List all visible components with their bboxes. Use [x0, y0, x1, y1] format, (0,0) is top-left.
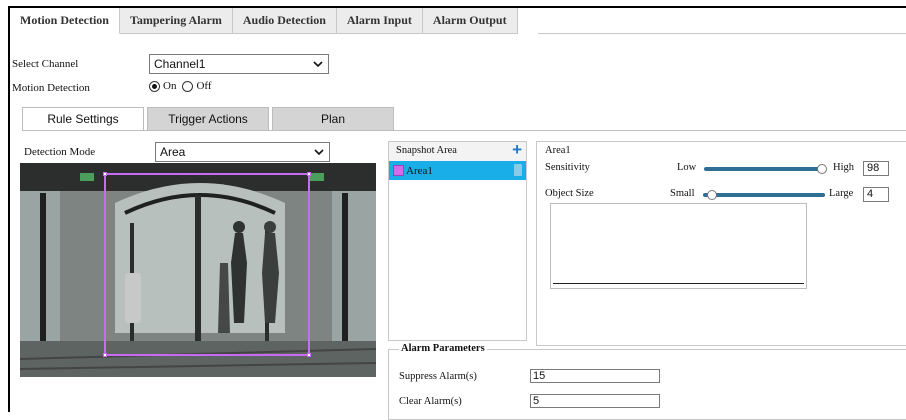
sensitivity-slider-row: Low High 98	[537, 161, 906, 178]
detection-area-outline[interactable]	[103, 172, 311, 357]
plus-icon[interactable]: +	[512, 141, 522, 159]
chevron-down-icon	[313, 61, 323, 68]
tab-plan[interactable]: Plan	[272, 107, 394, 131]
sensitivity-slider-knob[interactable]	[817, 164, 827, 174]
alarm-parameters-fieldset: Alarm Parameters Suppress Alarm(s) 15 Cl…	[388, 343, 906, 420]
detection-mode-value: Area	[160, 145, 186, 159]
motion-off-label: Off	[196, 80, 212, 92]
tab-bar-divider	[538, 33, 906, 34]
object-size-value-input[interactable]: 4	[863, 187, 889, 202]
snapshot-area-panel: Snapshot Area + Area1	[388, 141, 527, 341]
area-corner-handle[interactable]	[307, 172, 311, 176]
top-tab-bar: Motion Detection Tampering Alarm Audio D…	[10, 8, 518, 34]
sensitivity-low-label: Low	[677, 162, 697, 173]
snapshot-area-header: Snapshot Area +	[389, 141, 526, 161]
suppress-alarm-label: Suppress Alarm(s)	[399, 371, 477, 382]
trash-icon[interactable]	[514, 164, 522, 176]
alarm-parameters-legend: Alarm Parameters	[399, 343, 487, 354]
tab-alarm-output[interactable]: Alarm Output	[422, 8, 518, 34]
area-color-swatch	[393, 165, 404, 176]
sensitivity-value-input[interactable]: 98	[863, 161, 889, 176]
snapshot-area-item-label: Area1	[406, 164, 433, 177]
tab-motion-detection[interactable]: Motion Detection	[10, 8, 120, 34]
motion-on-label: On	[163, 80, 177, 92]
area-corner-handle[interactable]	[103, 353, 107, 357]
detection-mode-select[interactable]: Area	[155, 142, 330, 162]
camera-preview[interactable]	[20, 163, 376, 377]
detection-mode-label: Detection Mode	[24, 146, 96, 158]
sensitivity-high-label: High	[833, 162, 854, 173]
motion-on-radio[interactable]	[149, 80, 160, 92]
sub-tab-bar: Rule Settings Trigger Actions Plan	[22, 107, 397, 131]
motion-detection-radio-group: On Off	[149, 80, 212, 92]
area-corner-handle[interactable]	[307, 353, 311, 357]
object-size-slider-row: Small Large 4	[537, 187, 906, 204]
suppress-alarm-input[interactable]: 15	[530, 369, 660, 383]
tab-audio-detection[interactable]: Audio Detection	[232, 8, 337, 34]
tab-tampering-alarm[interactable]: Tampering Alarm	[119, 8, 233, 34]
motion-detection-label: Motion Detection	[12, 82, 90, 94]
app-frame: Motion Detection Tampering Alarm Audio D…	[8, 6, 906, 420]
clear-alarm-input[interactable]: 5	[530, 394, 660, 408]
select-channel-label: Select Channel	[12, 58, 79, 70]
snapshot-area-item[interactable]: Area1	[389, 161, 526, 180]
object-size-slider[interactable]	[703, 193, 825, 197]
snapshot-area-title: Snapshot Area	[396, 145, 457, 156]
tab-rule-settings[interactable]: Rule Settings	[22, 107, 144, 131]
sub-tab-divider	[22, 130, 906, 131]
object-size-preview	[550, 203, 807, 289]
channel-select-value: Channel1	[154, 57, 206, 71]
sensitivity-slider[interactable]	[704, 167, 822, 171]
area-corner-handle[interactable]	[103, 172, 107, 176]
object-size-slider-knob[interactable]	[707, 190, 717, 200]
area-settings-title: Area1	[545, 145, 571, 156]
preview-baseline	[553, 283, 804, 284]
clear-alarm-label: Clear Alarm(s)	[399, 396, 462, 407]
object-size-small-label: Small	[670, 188, 695, 199]
area-settings-panel: Area1 Sensitivity Low High 98 Object Siz…	[536, 141, 906, 346]
tab-trigger-actions[interactable]: Trigger Actions	[147, 107, 269, 131]
object-size-large-label: Large	[829, 188, 854, 199]
tab-alarm-input[interactable]: Alarm Input	[336, 8, 423, 34]
channel-select[interactable]: Channel1	[149, 54, 329, 74]
chevron-down-icon	[314, 149, 324, 156]
motion-off-radio[interactable]	[182, 80, 194, 92]
